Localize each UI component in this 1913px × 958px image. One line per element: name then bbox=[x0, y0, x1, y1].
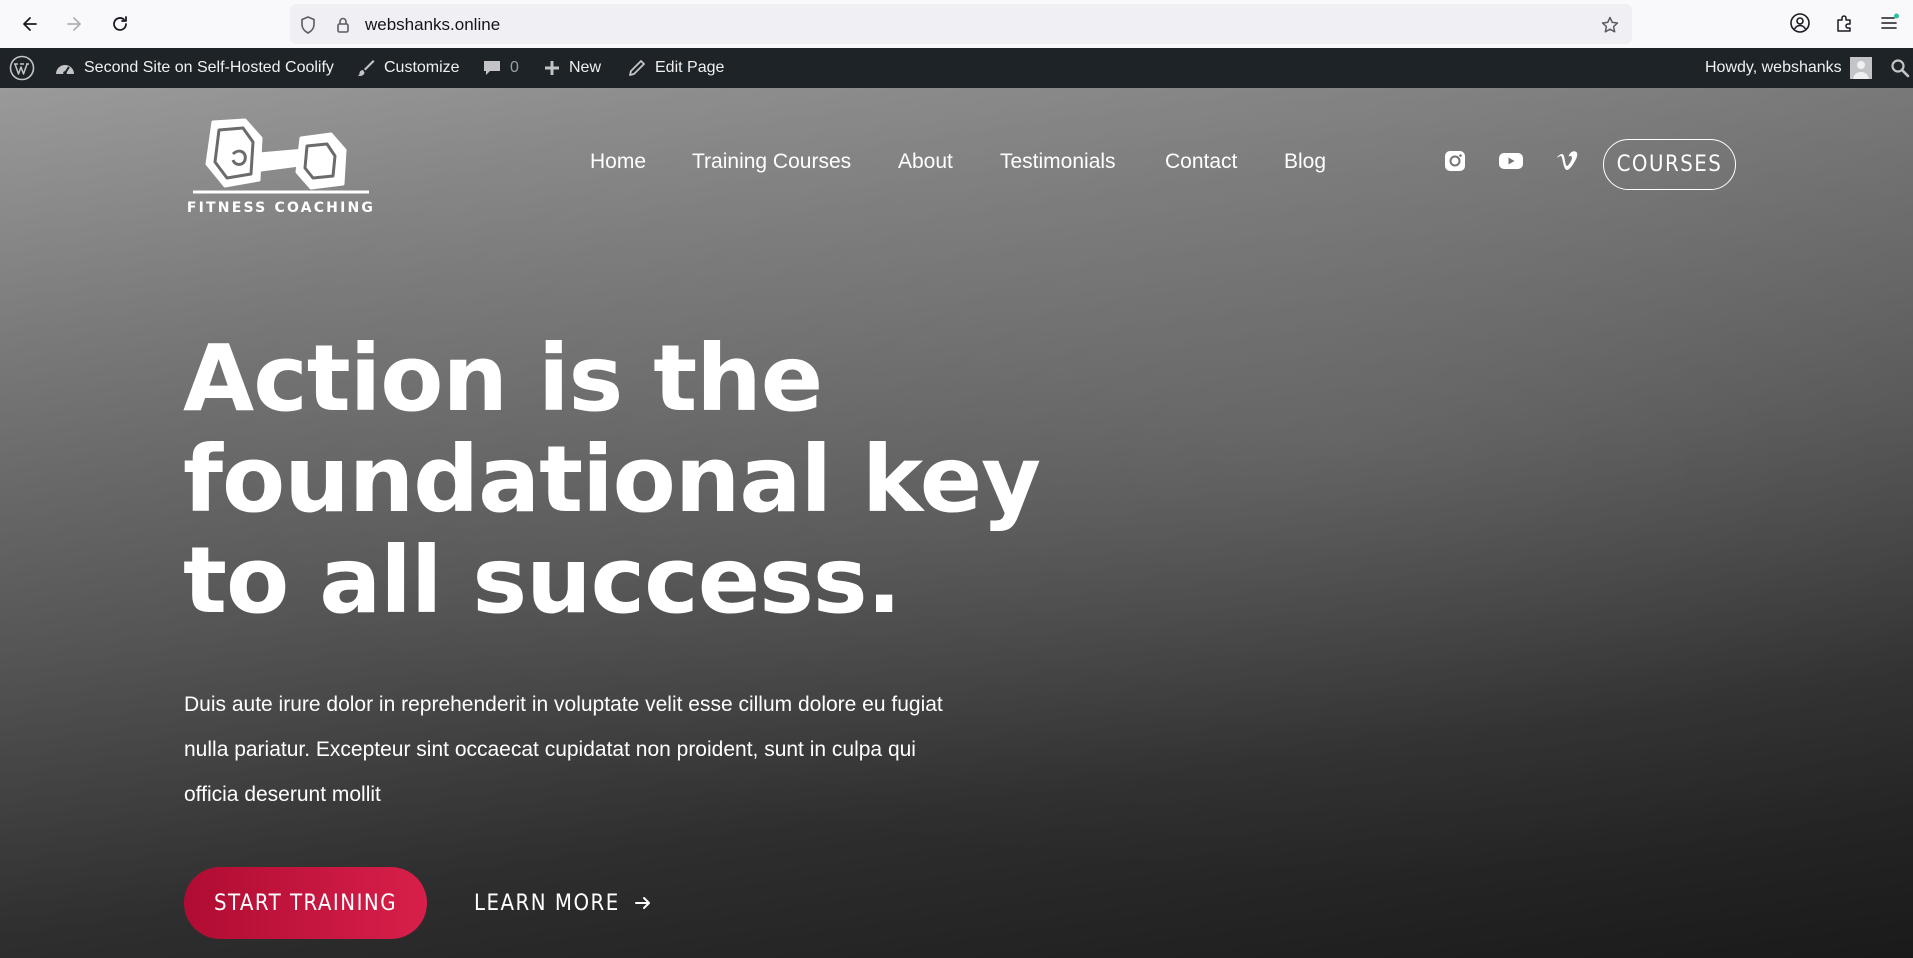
site-logo[interactable]: FITNESS COACHING bbox=[185, 114, 377, 222]
nav-about[interactable]: About bbox=[898, 150, 953, 174]
learn-more-button[interactable]: LEARN MORE bbox=[474, 883, 652, 923]
forward-button[interactable] bbox=[58, 8, 90, 40]
edit-page-label: Edit Page bbox=[655, 59, 725, 76]
wp-site-name[interactable]: Second Site on Self-Hosted Coolify bbox=[54, 48, 334, 88]
shield-icon[interactable] bbox=[298, 15, 318, 35]
pencil-icon bbox=[629, 60, 645, 76]
vimeo-link[interactable] bbox=[1552, 146, 1582, 176]
logo-text: FITNESS COACHING bbox=[186, 200, 376, 216]
youtube-link[interactable] bbox=[1496, 146, 1526, 176]
nav-testimonials[interactable]: Testimonials bbox=[1000, 150, 1116, 174]
wp-search[interactable] bbox=[1890, 48, 1910, 88]
instagram-link[interactable] bbox=[1440, 146, 1470, 176]
headline-line-2: foundational key bbox=[183, 426, 1041, 533]
wp-comments[interactable]: 0 bbox=[482, 48, 519, 88]
hero-headline: Action is the foundational key to all su… bbox=[183, 328, 1063, 631]
lock-icon[interactable] bbox=[333, 15, 353, 35]
dashboard-gauge-icon bbox=[56, 65, 74, 75]
wp-customize[interactable]: Customize bbox=[356, 48, 460, 88]
back-button[interactable] bbox=[14, 8, 46, 40]
account-icon bbox=[1790, 13, 1810, 33]
dumbbell-logo-icon bbox=[193, 118, 369, 194]
nav-home[interactable]: Home bbox=[590, 150, 646, 174]
plus-icon bbox=[545, 61, 559, 75]
vimeo-icon bbox=[1557, 151, 1578, 170]
browser-toolbar: webshanks.online bbox=[0, 0, 1913, 48]
comment-bubble-icon bbox=[484, 61, 500, 75]
wp-new-content[interactable]: New bbox=[543, 48, 601, 88]
start-training-button[interactable]: START TRAINING bbox=[184, 867, 427, 939]
headline-line-3: to all success. bbox=[183, 527, 902, 634]
address-bar[interactable]: webshanks.online bbox=[290, 4, 1632, 44]
back-arrow-icon bbox=[23, 17, 37, 31]
howdy-label: Howdy, webshanks bbox=[1705, 59, 1842, 76]
wp-logo-menu[interactable] bbox=[9, 48, 35, 88]
nav-contact[interactable]: Contact bbox=[1165, 150, 1237, 174]
hamburger-menu-icon bbox=[1881, 13, 1899, 29]
wordpress-icon bbox=[9, 55, 35, 81]
arrow-right-icon bbox=[634, 897, 650, 909]
headline-line-1: Action is the bbox=[183, 325, 823, 432]
courses-button[interactable]: COURSES bbox=[1603, 139, 1736, 190]
paintbrush-icon bbox=[357, 60, 375, 76]
puzzle-icon bbox=[1837, 15, 1851, 32]
instagram-icon bbox=[1445, 151, 1465, 171]
bookmark-star-icon[interactable] bbox=[1600, 15, 1620, 35]
wp-my-account[interactable]: Howdy, webshanks bbox=[1705, 48, 1872, 88]
new-label: New bbox=[569, 59, 602, 76]
learn-more-label: LEARN MORE bbox=[474, 890, 620, 916]
forward-arrow-icon bbox=[67, 17, 81, 31]
reload-icon bbox=[113, 16, 127, 31]
hero-section: FITNESS COACHING Home Training Courses A… bbox=[0, 88, 1913, 958]
site-name-label: Second Site on Self-Hosted Coolify bbox=[84, 59, 334, 76]
nav-training-courses[interactable]: Training Courses bbox=[692, 150, 851, 174]
wp-admin-bar: Second Site on Self-Hosted Coolify Custo… bbox=[0, 48, 1913, 88]
user-avatar-icon bbox=[1849, 57, 1872, 79]
nav-blog[interactable]: Blog bbox=[1284, 150, 1326, 174]
app-menu-button[interactable] bbox=[1876, 10, 1902, 36]
url-text[interactable]: webshanks.online bbox=[365, 15, 500, 35]
account-button[interactable] bbox=[1787, 10, 1813, 36]
youtube-icon bbox=[1499, 153, 1523, 169]
reload-button[interactable] bbox=[104, 8, 136, 40]
comments-count: 0 bbox=[510, 59, 519, 76]
wp-edit-page[interactable]: Edit Page bbox=[627, 48, 724, 88]
hero-body-text: Duis aute irure dolor in reprehenderit i… bbox=[184, 693, 943, 806]
search-icon bbox=[1891, 59, 1910, 78]
extensions-button[interactable] bbox=[1832, 10, 1858, 36]
customize-label: Customize bbox=[384, 59, 460, 76]
